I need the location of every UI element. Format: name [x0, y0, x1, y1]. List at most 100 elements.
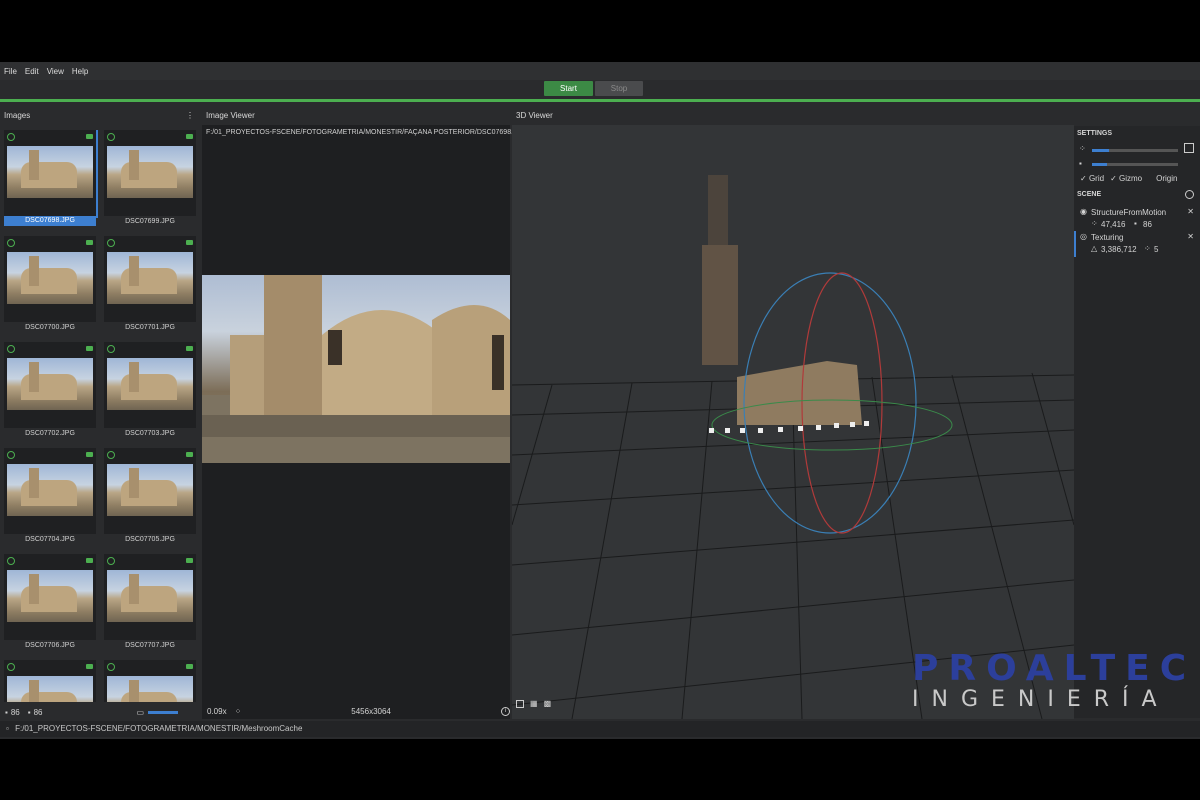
thumbnail-size-icon[interactable]: ▭ [137, 708, 145, 717]
menu-edit[interactable]: Edit [25, 67, 39, 76]
scene-item-textures: 5 [1154, 245, 1159, 254]
thumbnail-image [7, 252, 93, 304]
info-icon[interactable]: i [500, 706, 510, 716]
progress-bar [0, 99, 1200, 102]
image-thumbnail[interactable]: DSC07703.JPG [104, 342, 196, 444]
images-title: Images [4, 111, 31, 120]
remove-icon[interactable]: ✕ [1187, 207, 1194, 216]
thumbnail-image [7, 676, 93, 702]
image-thumbnail[interactable] [104, 660, 196, 702]
thumbnail-frame [104, 554, 196, 640]
remove-icon[interactable]: ✕ [1187, 232, 1194, 241]
logo-line1: PROALTEC [912, 648, 1197, 689]
scene-item-texturing[interactable]: ◎ Texturing ✕ △ 3,386,712 ⁘ 5 [1074, 231, 1198, 257]
thumbnail-frame [104, 342, 196, 428]
camera-icon [86, 346, 93, 351]
3d-viewport[interactable]: ▦ ▩ [511, 125, 1075, 720]
image-thumbnail[interactable]: DSC07705.JPG [104, 448, 196, 550]
image-thumbnail[interactable]: DSC07698.JPG [4, 130, 98, 232]
menu-help[interactable]: Help [72, 67, 88, 76]
image-path: F:/01_PROYECTOS-FSCENE/FOTOGRAMETRIA/MON… [206, 129, 527, 136]
image-count-icon: ▪ [5, 707, 8, 717]
thumbnail-frame [4, 660, 96, 702]
images-panel: DSC07698.JPG DSC07699.JPG DSC07700.JPG DSC0… [0, 124, 200, 720]
start-button[interactable]: Start [544, 81, 593, 96]
thumbnail-frame [4, 342, 96, 428]
thumbnail-image [7, 570, 93, 622]
gizmo-toggle[interactable]: ✓ Gizmo [1110, 174, 1142, 183]
scene-item-sfm[interactable]: ◉ StructureFromMotion ✕ ⁘ 47,416 ▪ 86 [1076, 206, 1198, 232]
camera-count: 86 [33, 707, 43, 717]
textured-mesh [737, 361, 862, 425]
progress-fill [0, 99, 1200, 102]
meshroom-window: File Edit View Help Start Stop Images ⋮ … [0, 62, 1200, 739]
points-size-icon: ⁘ [1079, 144, 1086, 153]
proaltec-logo: PROALTEC INGENIERÍA [912, 648, 1197, 712]
image-thumbnail[interactable]: DSC07701.JPG [104, 236, 196, 338]
visibility-icon[interactable]: ◎ [1080, 232, 1087, 241]
status-bar: ▫ F:/01_PROYECTOS-FSCENE/FOTOGRAMETRIA/M… [0, 721, 1200, 737]
camera-size-slider[interactable] [1092, 163, 1178, 166]
thumbnail-frame [104, 236, 196, 322]
reconstructed-icon [107, 345, 115, 353]
image-thumbnail[interactable]: DSC07707.JPG [104, 554, 196, 656]
image-viewer-header: Image Viewer [202, 108, 510, 124]
thumbnail-frame [4, 236, 96, 322]
reconstructed-icon [7, 663, 15, 671]
grid-toggle[interactable]: ✓ Grid [1080, 174, 1104, 183]
scene-item-points: 47,416 [1101, 220, 1126, 229]
thumbnail-frame [4, 448, 96, 534]
3d-viewer-header: 3D Viewer [512, 108, 1074, 124]
thumbnail-image [7, 464, 93, 516]
thumbnail-image [107, 676, 193, 702]
image-thumbnail[interactable] [4, 660, 96, 702]
image-thumbnail[interactable]: DSC07706.JPG [4, 554, 96, 656]
menu-file[interactable]: File [4, 67, 17, 76]
reconstructed-icon [7, 345, 15, 353]
image-thumbnail[interactable]: DSC07699.JPG [104, 130, 196, 232]
points-icon: ⁘ [1091, 219, 1098, 228]
scene-info-icon[interactable] [1185, 190, 1194, 199]
thumbnail-image [107, 252, 193, 304]
origin-toggle[interactable]: Origin [1156, 174, 1177, 183]
image-thumbnail[interactable]: DSC07700.JPG [4, 236, 96, 338]
points-size-slider[interactable] [1092, 149, 1178, 152]
camera-icon [86, 452, 93, 457]
stop-button[interactable]: Stop [595, 81, 643, 96]
reconstructed-icon [107, 451, 115, 459]
scene-item-triangles: 3,386,712 [1101, 245, 1137, 254]
image-thumbnail[interactable]: DSC07704.JPG [4, 448, 96, 550]
reconstructed-icon [7, 451, 15, 459]
thumbnail-image [7, 358, 93, 410]
bbox-icon[interactable] [516, 699, 524, 708]
thumbnail-name: DSC07700.JPG [25, 324, 75, 331]
camera-icon [186, 346, 193, 351]
grid-label: Grid [1088, 174, 1105, 183]
image-preview[interactable] [202, 275, 510, 463]
features-icon[interactable]: ⁘ [235, 707, 242, 716]
thumbnail-frame [104, 660, 196, 702]
eye-icon[interactable]: ◉ [1080, 207, 1087, 216]
fit-view-icon[interactable] [1184, 143, 1194, 153]
camera-icon [86, 134, 93, 139]
images-panel-header: Images ⋮ [0, 108, 200, 124]
menu-bar: File Edit View Help [0, 62, 1200, 80]
thumbnail-image [107, 358, 193, 410]
folder-icon[interactable]: ▫ [6, 724, 9, 733]
thumbnail-name: DSC07703.JPG [125, 430, 175, 437]
church-photo [202, 275, 510, 463]
thumbnail-frame [104, 448, 196, 534]
grid-icon[interactable]: ▦ [530, 699, 538, 708]
more-options-icon[interactable]: ⋮ [186, 108, 194, 124]
thumbnail-frame [4, 554, 96, 640]
camera-size-icon: ▪ [1079, 159, 1082, 168]
points-icon: ⁘ [1144, 244, 1151, 253]
point-cloud-tower [702, 245, 738, 365]
image-viewer-title: Image Viewer [206, 111, 255, 120]
menu-view[interactable]: View [47, 67, 64, 76]
scene-item-cameras: 86 [1143, 220, 1152, 229]
wireframe-icon[interactable]: ▩ [544, 699, 552, 708]
image-thumbnail[interactable]: DSC07702.JPG [4, 342, 96, 444]
camera-icon [186, 664, 193, 669]
thumbnail-size-slider[interactable] [148, 710, 179, 714]
